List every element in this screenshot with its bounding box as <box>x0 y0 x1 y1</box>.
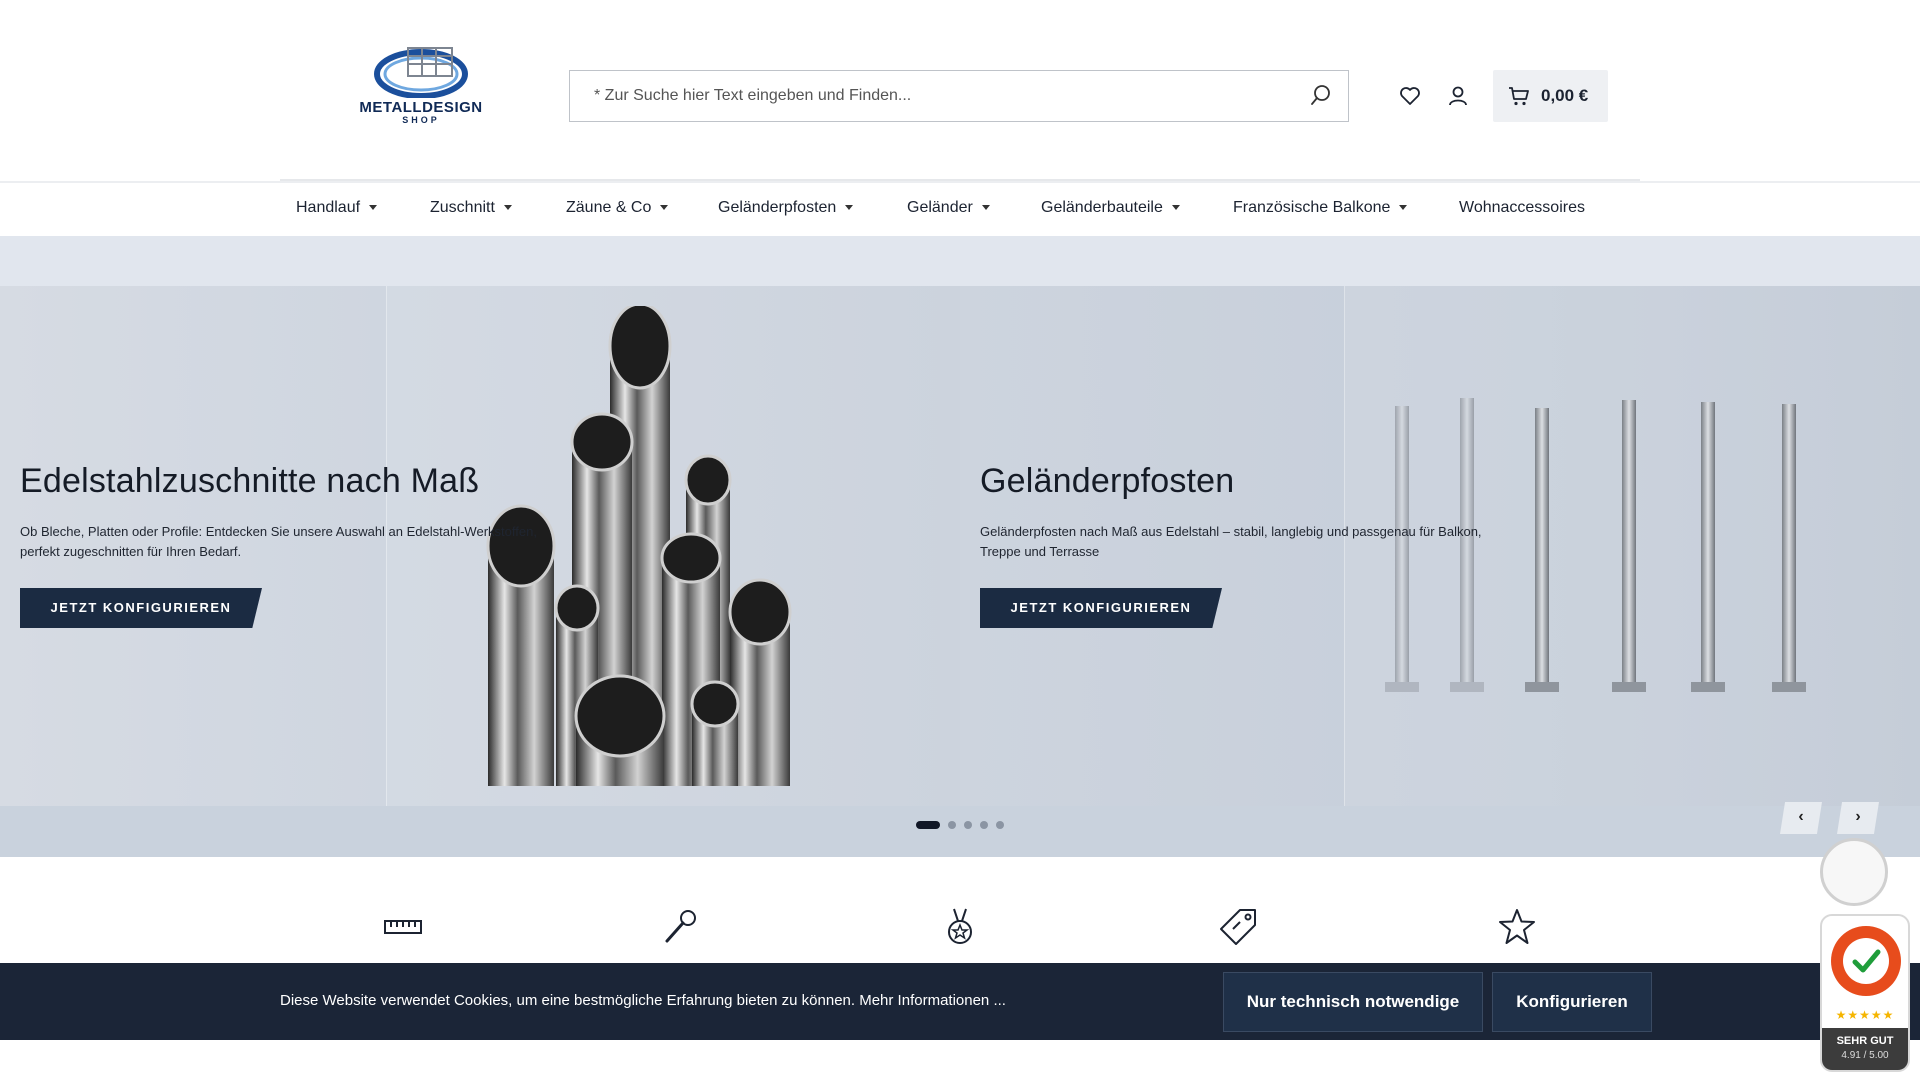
heart-icon <box>1400 87 1420 105</box>
cart-button[interactable]: 0,00 € <box>1493 70 1608 122</box>
cookie-banner: Diese Website verwendet Cookies, um eine… <box>0 963 1920 1040</box>
wrench-icon <box>665 910 696 943</box>
caret-down-icon <box>981 205 990 211</box>
caret-down-icon <box>845 205 854 211</box>
site-header: METALLDESIGN SHOP 0,00 € <box>0 0 1920 180</box>
nav-item-franzoesische-balkone[interactable]: Französische Balkone <box>1233 199 1408 217</box>
hero-top-band <box>0 236 1920 286</box>
cart-total: 0,00 € <box>1541 86 1589 105</box>
account-button[interactable] <box>1446 84 1470 108</box>
nav-item-wohnaccessoires[interactable]: Wohnaccessoires <box>1459 199 1585 217</box>
ruler-icon <box>384 920 422 934</box>
slide-gelaenderpfosten[interactable]: Geländerpfosten Geländerpfosten nach Maß… <box>960 286 1920 806</box>
search-button[interactable] <box>1310 84 1334 108</box>
slider-next-button[interactable]: › <box>1837 802 1879 834</box>
rating-seal-icon <box>1831 926 1901 996</box>
chevron-left-icon: ‹ <box>1798 808 1804 825</box>
slider-dot[interactable] <box>948 821 956 829</box>
wishlist-button[interactable] <box>1398 84 1422 108</box>
rating-score: 4.91 / 5.00 <box>1841 1050 1889 1061</box>
configure-button[interactable]: JETZT KONFIGURIEREN <box>20 588 262 628</box>
nav-item-handlauf[interactable]: Handlauf <box>296 199 378 217</box>
search-box <box>569 70 1349 122</box>
nav-item-gelaenderbauteile[interactable]: Geländerbauteile <box>1041 199 1180 217</box>
nav-item-zaeune[interactable]: Zäune & Co <box>566 199 669 217</box>
rating-footer: SEHR GUT 4.91 / 5.00 <box>1822 1028 1908 1070</box>
slider-dot[interactable] <box>916 821 940 829</box>
caret-down-icon <box>1399 205 1408 211</box>
nav-item-zuschnitt[interactable]: Zuschnitt <box>430 199 512 217</box>
main-navigation: Handlauf Zuschnitt Zäune & Co Geländerpf… <box>0 181 1920 236</box>
caret-down-icon <box>369 205 378 211</box>
nav-item-gelaenderpfosten[interactable]: Geländerpfosten <box>718 199 854 217</box>
slide-description: Geländerpfosten nach Maß aus Edelstahl –… <box>980 524 1482 559</box>
rating-badge[interactable]: ★★★★★ SEHR GUT 4.91 / 5.00 <box>1820 914 1910 1072</box>
search-input[interactable] <box>570 71 1290 121</box>
shop-logo[interactable]: METALLDESIGN SHOP <box>346 40 496 130</box>
slider-dot[interactable] <box>964 821 972 829</box>
slide-title: Edelstahlzuschnitte nach Maß <box>20 462 480 500</box>
price-tag-icon <box>1220 909 1256 945</box>
trust-seal-icon[interactable] <box>1820 838 1888 906</box>
rating-label: SEHR GUT <box>1836 1035 1894 1047</box>
slider-dot[interactable] <box>980 821 988 829</box>
caret-down-icon <box>660 205 669 211</box>
slide-description: Ob Bleche, Platten oder Profile: Entdeck… <box>20 524 537 559</box>
caret-down-icon <box>503 205 512 211</box>
slider-prev-button[interactable]: ‹ <box>1780 802 1822 834</box>
caret-down-icon <box>1171 205 1180 211</box>
slide-edelstahlzuschnitte[interactable]: Edelstahlzuschnitte nach Maß Ob Bleche, … <box>0 286 960 806</box>
logo-subtext: SHOP <box>402 115 440 125</box>
hero-bottom-band <box>0 806 1920 857</box>
checkmark-icon <box>1852 949 1881 973</box>
cookie-notice-text[interactable]: Diese Website verwendet Cookies, um eine… <box>280 992 1006 1009</box>
medal-icon <box>948 908 972 944</box>
slide-title: Geländerpfosten <box>980 462 1235 500</box>
user-icon <box>1449 86 1467 106</box>
chevron-right-icon: › <box>1855 808 1861 825</box>
feature-strip <box>0 857 1920 963</box>
rating-stars: ★★★★★ <box>1835 1008 1895 1022</box>
cookie-necessary-button[interactable]: Nur technisch notwendige <box>1223 972 1483 1032</box>
logo-emblem-icon <box>374 47 468 98</box>
search-icon <box>1311 85 1330 105</box>
slider-dot[interactable] <box>996 821 1004 829</box>
cookie-configure-button[interactable]: Konfigurieren <box>1492 972 1652 1032</box>
page-content-below <box>0 1040 1920 1080</box>
hero-slider: Edelstahlzuschnitte nach Maß Ob Bleche, … <box>0 236 1920 857</box>
nav-item-gelaender[interactable]: Geländer <box>907 199 990 217</box>
cart-icon <box>1509 87 1529 106</box>
configure-button[interactable]: JETZT KONFIGURIEREN <box>980 588 1222 628</box>
logo-text: METALLDESIGN <box>359 99 483 116</box>
star-icon <box>1499 909 1535 944</box>
